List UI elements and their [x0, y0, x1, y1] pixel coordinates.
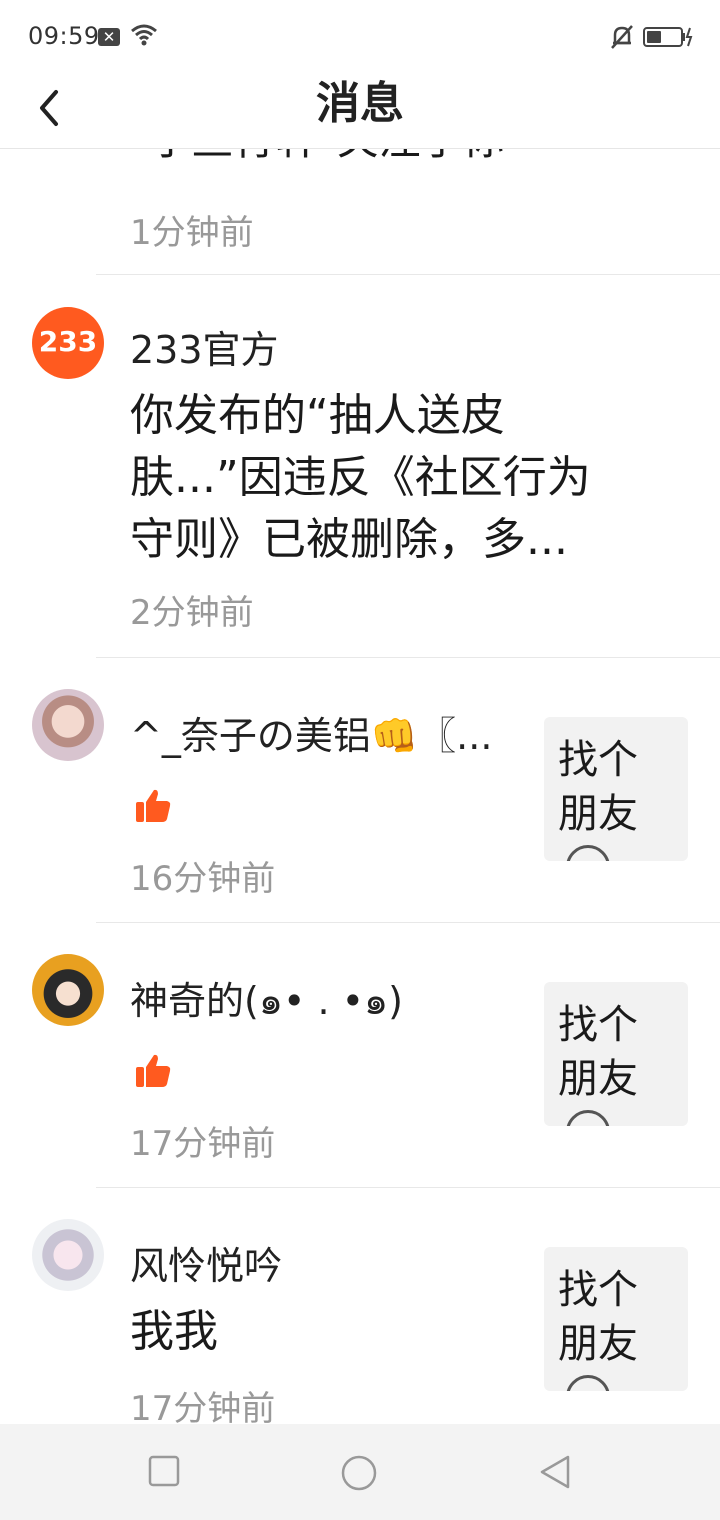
avatar[interactable] [32, 1219, 104, 1291]
sender-name: 神奇的(๑• . •๑) [130, 979, 403, 1023]
avatar[interactable] [32, 954, 104, 1026]
message-body: 我我 [130, 1306, 218, 1357]
preview-text: 找个朋友 [558, 1267, 638, 1367]
post-preview-thumbnail[interactable]: 找个朋友 [544, 982, 688, 1126]
message-time: 16分钟前 [130, 859, 276, 899]
sender-name: 风怜悦吟 [130, 1244, 283, 1288]
home-circle-icon[interactable] [340, 1454, 378, 1492]
thumbs-up-icon [136, 789, 171, 822]
message-body: 你发布的“抽人送皮 肤...”因违反《社区行为 守则》已被删除，多... [130, 385, 591, 571]
message-time: 2分钟前 [130, 593, 254, 633]
avatar[interactable] [32, 689, 104, 761]
page-title: 消息 [316, 78, 404, 129]
wifi-icon [131, 24, 157, 46]
preview-text: 找个朋友 [558, 1002, 638, 1102]
message-body-line: 你发布的“抽人送皮 [130, 390, 505, 441]
message-time: 17分钟前 [130, 1124, 276, 1164]
sender-name: ^_奈子の美铝👊〖... [130, 714, 493, 758]
post-preview-thumbnail[interactable]: 找个朋友 [544, 717, 688, 861]
back-triangle-icon[interactable] [538, 1454, 572, 1490]
preview-text: 找个朋友 [558, 737, 638, 837]
preview-avatar [566, 1110, 610, 1126]
recents-square-icon[interactable] [148, 1454, 180, 1488]
sender-name: 233官方 [130, 328, 279, 372]
avatar[interactable]: 233 [32, 307, 104, 379]
status-bar: 09:59 ✕ [0, 0, 720, 72]
preview-avatar [566, 1375, 610, 1391]
battery-charging-icon [643, 27, 693, 47]
list-item[interactable]: 233 233官方 你发布的“抽人送皮 肤...”因违反《社区行为 守则》已被删… [0, 275, 720, 659]
message-body-line: 肤...”因违反《社区行为 [130, 452, 591, 503]
list-item[interactable]: "小鱼行轩"关注了你 1分钟前 [0, 149, 720, 275]
header: 消息 [0, 72, 720, 149]
divider [96, 1187, 720, 1188]
list-item[interactable]: 神奇的(๑• . •๑) 17分钟前 找个朋友 [0, 924, 720, 1189]
list-item[interactable]: 风怜悦吟 我我 17分钟前 找个朋友 [0, 1189, 720, 1424]
message-time: 17分钟前 [130, 1389, 276, 1424]
divider [96, 922, 720, 923]
avatar-logo-text: 233 [38, 325, 98, 358]
notification-x-icon: ✕ [98, 28, 120, 46]
message-body-line: 守则》已被删除，多... [130, 514, 568, 565]
status-time: 09:59 [28, 22, 100, 50]
message-time: 1分钟前 [130, 213, 254, 253]
message-list[interactable]: "小鱼行轩"关注了你 1分钟前 233 233官方 你发布的“抽人送皮 肤...… [0, 149, 720, 1424]
preview-avatar [566, 845, 610, 861]
mute-bell-icon [611, 25, 633, 49]
divider [96, 657, 720, 658]
system-nav-bar [0, 1424, 720, 1520]
message-body: "小鱼行轩"关注了你 [130, 149, 505, 171]
thumbs-up-icon [136, 1054, 171, 1087]
post-preview-thumbnail[interactable]: 找个朋友 [544, 1247, 688, 1391]
list-item[interactable]: ^_奈子の美铝👊〖... 16分钟前 找个朋友 [0, 659, 720, 924]
